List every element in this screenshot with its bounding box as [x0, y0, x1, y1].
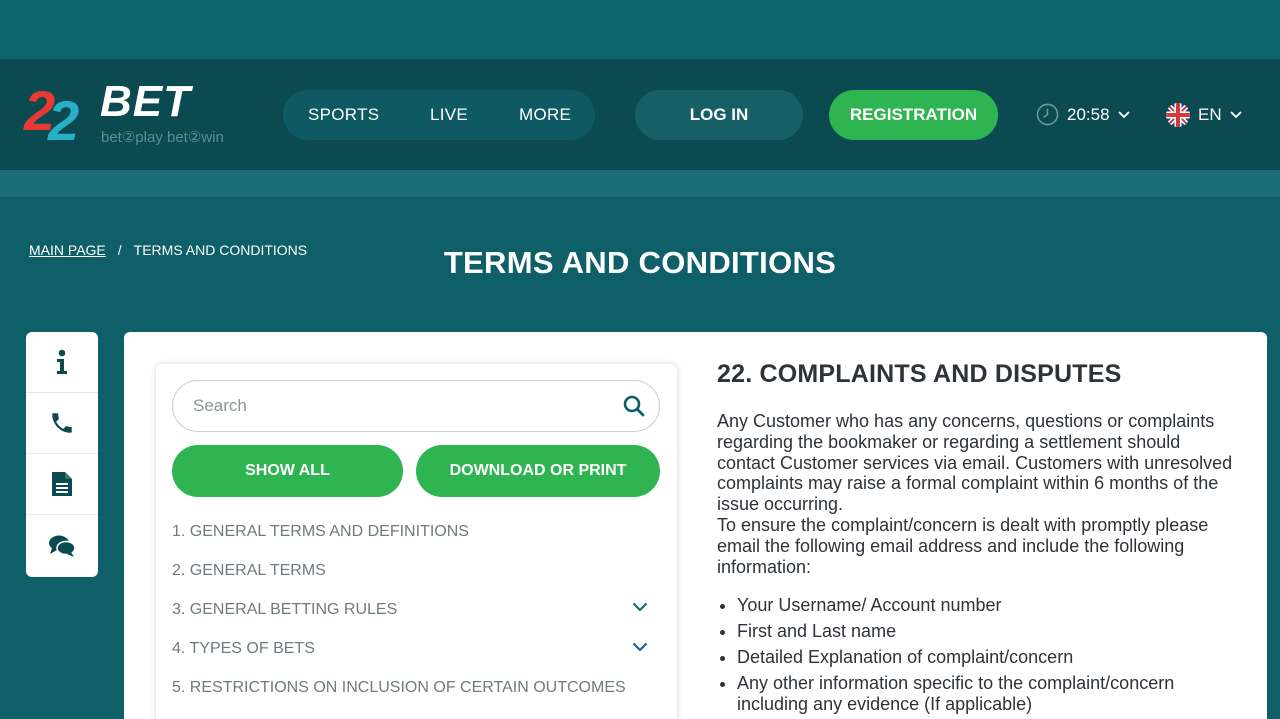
- chevron-down-icon: [1229, 111, 1242, 119]
- toc-item-label: 1. GENERAL TERMS AND DEFINITIONS: [172, 522, 469, 540]
- article-paragraph: To ensure the complaint/concern is dealt…: [717, 514, 1209, 577]
- toc-item-general-terms[interactable]: 2. GENERAL TERMS: [172, 551, 660, 590]
- toc-item-general-terms-definitions[interactable]: 1. GENERAL TERMS AND DEFINITIONS: [172, 512, 660, 551]
- toc-item-types-of-bets[interactable]: 4. TYPES OF BETS: [172, 630, 660, 669]
- svg-text:2: 2: [47, 89, 79, 144]
- list-item: Detailed Explanation of complaint/concer…: [737, 647, 1237, 668]
- toc-item-restrictions[interactable]: 5. RESTRICTIONS ON INCLUSION OF CERTAIN …: [172, 669, 660, 708]
- search-icon[interactable]: [623, 395, 645, 417]
- chevron-down-icon[interactable]: [632, 602, 648, 612]
- language-code: EN: [1198, 105, 1222, 124]
- toc-item-label: 3. GENERAL BETTING RULES: [172, 600, 398, 618]
- download-print-button[interactable]: DOWNLOAD OR PRINT: [416, 445, 660, 497]
- sub-navigation-bar: [0, 170, 1280, 197]
- toc-item-label: 5. RESTRICTIONS ON INCLUSION OF CERTAIN …: [172, 679, 626, 697]
- article-paragraph: Any Customer who has any concerns, quest…: [717, 411, 1233, 515]
- document-icon: [52, 472, 72, 496]
- show-all-button[interactable]: SHOW ALL: [172, 445, 403, 497]
- info-icon: [57, 349, 67, 374]
- article: 22. COMPLAINTS AND DISPUTES Any Customer…: [717, 360, 1237, 719]
- search-input[interactable]: [193, 396, 613, 416]
- login-button[interactable]: LOG IN: [635, 90, 803, 140]
- language-selector[interactable]: EN: [1166, 103, 1242, 127]
- clock-selector[interactable]: 20:58: [1036, 103, 1130, 126]
- side-menu: [26, 332, 98, 577]
- registration-button[interactable]: REGISTRATION: [829, 90, 998, 140]
- logo-tagline: bet②play bet②win: [101, 129, 224, 146]
- logo[interactable]: 2 2 BET bet②play bet②win: [22, 80, 252, 150]
- main-nav: SPORTS LIVE MORE: [283, 90, 595, 140]
- list-item: Your Username/ Account number: [737, 595, 1237, 616]
- toc-item-general-betting-rules[interactable]: 3. GENERAL BETTING RULES: [172, 590, 660, 629]
- chat-icon: [49, 535, 76, 557]
- toc-item-label: 2. GENERAL TERMS: [172, 561, 326, 579]
- side-menu-chat[interactable]: [26, 515, 98, 576]
- chevron-down-icon: [1117, 110, 1130, 118]
- chevron-down-icon[interactable]: [632, 642, 648, 652]
- top-strip: [0, 0, 1280, 59]
- side-menu-info[interactable]: [26, 332, 98, 393]
- article-heading: 22. COMPLAINTS AND DISPUTES: [717, 360, 1122, 388]
- nav-live[interactable]: LIVE: [430, 105, 468, 125]
- side-menu-documents[interactable]: [26, 454, 98, 515]
- toc-item-label: 4. TYPES OF BETS: [172, 640, 315, 658]
- nav-more[interactable]: MORE: [519, 105, 571, 125]
- clock-icon: [1036, 103, 1059, 126]
- page-title: TERMS AND CONDITIONS: [443, 245, 837, 280]
- list-item: Any other information specific to the co…: [737, 673, 1237, 715]
- article-bullet-list: Your Username/ Account number First and …: [717, 595, 1237, 714]
- table-of-contents: SHOW ALL DOWNLOAD OR PRINT 1. GENERAL TE…: [156, 364, 677, 719]
- phone-icon: [52, 413, 72, 433]
- logo-22-icon: 2 2: [23, 80, 79, 144]
- clock-time: 20:58: [1067, 104, 1110, 124]
- search-box: [172, 380, 660, 432]
- nav-sports[interactable]: SPORTS: [308, 105, 379, 125]
- toc-list: 1. GENERAL TERMS AND DEFINITIONS 2. GENE…: [172, 512, 660, 708]
- list-item: First and Last name: [737, 621, 1237, 642]
- side-menu-phone[interactable]: [26, 393, 98, 454]
- logo-text: BET: [100, 77, 191, 126]
- uk-flag-icon: [1166, 103, 1190, 127]
